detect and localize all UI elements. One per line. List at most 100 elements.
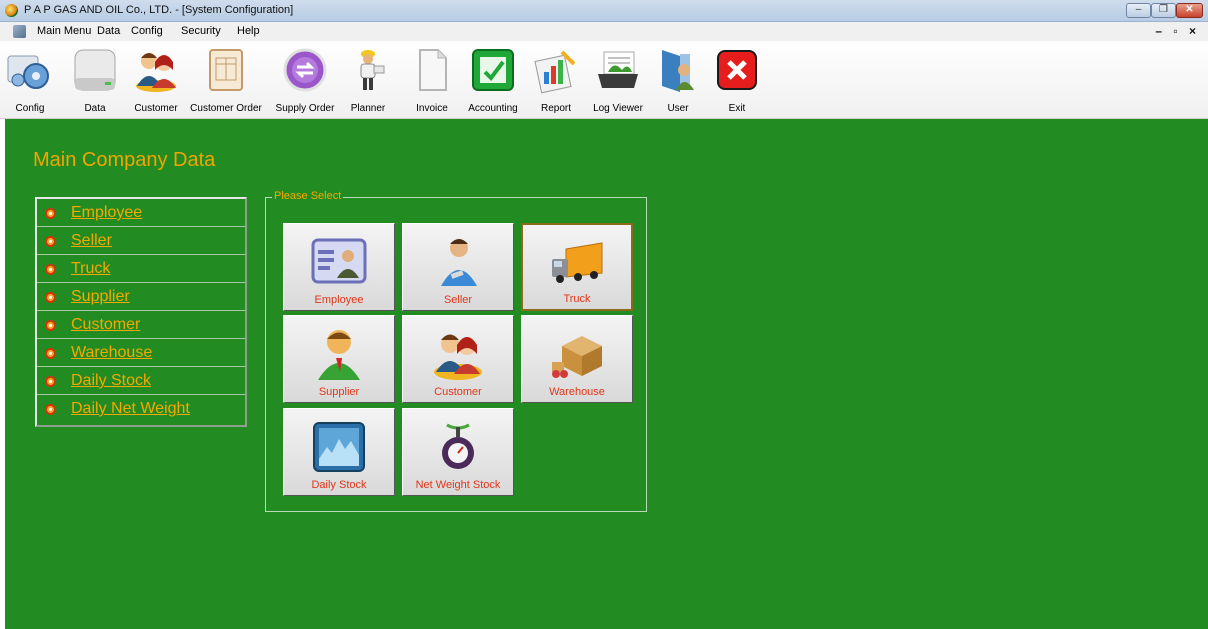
user-button[interactable]: User — [656, 44, 700, 116]
planner-label: Planner — [350, 103, 386, 114]
side-menu: Employee Seller Truck Supplier Customer … — [35, 197, 247, 427]
menu-security[interactable]: Security — [181, 25, 221, 37]
side-item-truck[interactable]: Truck — [37, 255, 245, 283]
maximize-button[interactable]: ❐ — [1151, 3, 1176, 18]
supply-order-label: Supply Order — [275, 103, 335, 114]
invoice-label: Invoice — [416, 103, 448, 114]
side-item-label[interactable]: Seller — [71, 232, 112, 250]
system-menu-icon[interactable] — [13, 25, 26, 38]
minimize-button[interactable]: ‒ — [1126, 3, 1151, 18]
invoice-button[interactable]: Invoice — [410, 44, 454, 116]
bullet-icon — [45, 292, 56, 303]
side-item-employee[interactable]: Employee — [37, 199, 245, 227]
close-button[interactable]: ✕ — [1176, 3, 1203, 18]
red-x-icon — [717, 50, 757, 90]
purple-exchange-icon — [283, 48, 327, 92]
truck-tile-label: Truck — [563, 293, 591, 305]
customer-order-button[interactable]: Customer Order — [186, 44, 266, 116]
worker-icon — [360, 50, 385, 90]
main-toolbar: Config Data Customer Customer Order Supp… — [0, 41, 1208, 119]
content-area: Main Company Data Employee Seller Truck … — [5, 119, 1208, 629]
side-item-label[interactable]: Daily Net Weight — [71, 400, 190, 418]
log-viewer-label: Log Viewer — [593, 103, 643, 114]
hard-drive-icon — [74, 49, 116, 91]
employee-tile-button[interactable]: Employee — [283, 223, 395, 311]
side-item-seller[interactable]: Seller — [37, 227, 245, 255]
seller-tile-label: Seller — [443, 294, 473, 306]
order-form-icon — [209, 49, 243, 91]
data-button[interactable]: Data — [70, 44, 120, 116]
app-logo-icon — [5, 4, 18, 17]
side-item-supplier[interactable]: Supplier — [37, 283, 245, 311]
accounting-button[interactable]: Accounting — [462, 44, 524, 116]
green-check-icon — [472, 49, 514, 91]
application-window: P A P GAS AND OIL Co., LTD. - [System Co… — [0, 0, 1208, 629]
menu-bar: Main Menu Data Config Security Help – ▫ … — [0, 22, 1208, 41]
log-viewer-button[interactable]: Log Viewer — [588, 44, 648, 116]
stock-chart-icon — [313, 422, 365, 472]
customer-people-icon — [434, 334, 482, 380]
net-weight-stock-tile-label: Net Weight Stock — [415, 479, 501, 491]
report-button[interactable]: Report — [534, 44, 578, 116]
side-item-label[interactable]: Truck — [71, 260, 110, 278]
truck-tile-button[interactable]: Truck — [521, 223, 633, 311]
warehouse-tile-label: Warehouse — [549, 386, 605, 398]
window-title: P A P GAS AND OIL Co., LTD. - [System Co… — [24, 4, 294, 16]
id-card-icon — [311, 238, 367, 284]
data-label: Data — [84, 103, 106, 114]
supply-order-button[interactable]: Supply Order — [270, 44, 340, 116]
employee-tile-label: Employee — [314, 294, 364, 306]
gear-icon — [7, 55, 49, 89]
report-chart-icon — [534, 50, 576, 94]
scale-icon — [442, 423, 474, 469]
user-label: User — [667, 103, 689, 114]
daily-stock-tile-button[interactable]: Daily Stock — [283, 408, 395, 496]
seller-tile-button[interactable]: Seller — [402, 223, 514, 311]
supplier-tile-label: Supplier — [318, 386, 360, 398]
warehouse-boxes-icon — [552, 336, 602, 378]
daily-stock-tile-label: Daily Stock — [311, 479, 367, 491]
menu-data[interactable]: Data — [97, 25, 120, 37]
side-item-daily-net-weight[interactable]: Daily Net Weight — [37, 395, 245, 423]
menu-config[interactable]: Config — [131, 25, 163, 37]
bullet-icon — [45, 320, 56, 331]
side-item-label[interactable]: Daily Stock — [71, 372, 151, 390]
group-legend: Please Select — [272, 190, 344, 202]
menu-main-menu[interactable]: Main Menu — [37, 25, 91, 37]
config-label: Config — [15, 103, 45, 114]
menu-help[interactable]: Help — [237, 25, 260, 37]
child-window-controls[interactable]: – ▫ × — [1155, 24, 1200, 38]
title-bar[interactable]: P A P GAS AND OIL Co., LTD. - [System Co… — [0, 0, 1208, 22]
exit-label: Exit — [728, 103, 746, 114]
customer-tile-label: Customer — [434, 386, 482, 398]
warehouse-tile-button[interactable]: Warehouse — [521, 315, 633, 403]
config-button[interactable]: Config — [7, 44, 52, 116]
seller-person-icon — [441, 239, 477, 286]
log-tray-icon — [598, 51, 638, 88]
net-weight-stock-tile-button[interactable]: Net Weight Stock — [402, 408, 514, 496]
side-item-customer[interactable]: Customer — [37, 311, 245, 339]
bullet-icon — [45, 236, 56, 247]
supplier-person-icon — [318, 330, 360, 380]
bullet-icon — [45, 376, 56, 387]
side-item-label[interactable]: Employee — [71, 204, 142, 222]
side-item-warehouse[interactable]: Warehouse — [37, 339, 245, 367]
bullet-icon — [45, 404, 56, 415]
bullet-icon — [45, 264, 56, 275]
planner-button[interactable]: Planner — [346, 44, 390, 116]
document-icon — [419, 49, 447, 91]
page-title: Main Company Data — [33, 149, 216, 171]
customer-button[interactable]: Customer — [130, 44, 182, 116]
bullet-icon — [45, 348, 56, 359]
bullet-icon — [45, 208, 56, 219]
user-door-icon — [662, 50, 694, 92]
side-item-label[interactable]: Supplier — [71, 288, 130, 306]
supplier-tile-button[interactable]: Supplier — [283, 315, 395, 403]
truck-icon — [552, 242, 603, 283]
side-item-label[interactable]: Warehouse — [71, 344, 152, 362]
side-item-daily-stock[interactable]: Daily Stock — [37, 367, 245, 395]
customer-tile-button[interactable]: Customer — [402, 315, 514, 403]
exit-button[interactable]: Exit — [712, 44, 762, 116]
side-item-label[interactable]: Customer — [71, 316, 140, 334]
customer-label: Customer — [134, 103, 178, 114]
